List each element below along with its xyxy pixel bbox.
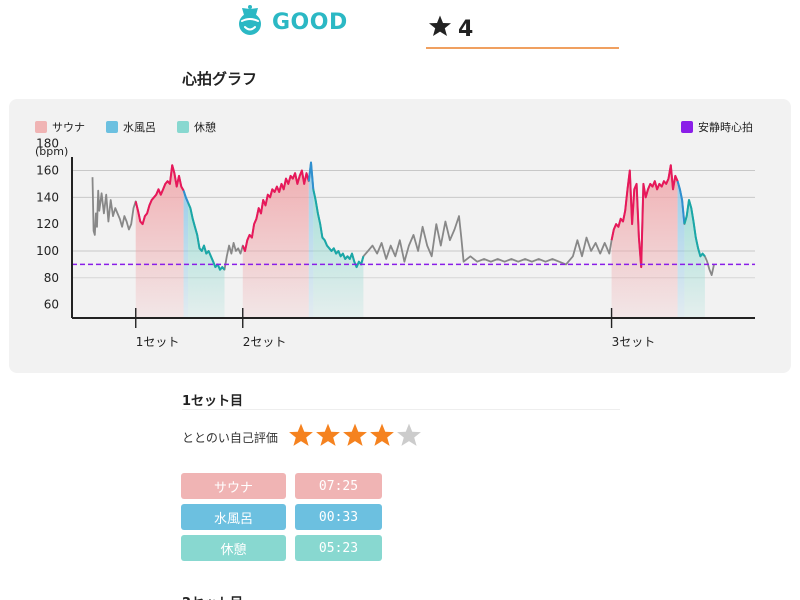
heart-rate-chart: サウナ 水風呂 休憩 安静時心拍(bpm)60801001201401601801セッ… (35, 120, 755, 349)
overall-rating-value: 4 (458, 16, 474, 42)
star-filled-icon (342, 422, 368, 452)
y-tick-label: 180 (36, 137, 59, 151)
phase-row: 休憩 05:23 (181, 535, 382, 561)
phase-fill-sauna (242, 170, 309, 318)
phase-time: 00:33 (295, 504, 382, 530)
star-filled-icon (369, 422, 395, 452)
phase-time: 07:25 (295, 473, 382, 499)
phase-name: サウナ (181, 473, 286, 499)
y-tick-label: 160 (36, 164, 59, 178)
phase-name: 水風呂 (181, 504, 286, 530)
legend-swatch (35, 121, 47, 133)
set-marker-label: 3セット (612, 335, 656, 349)
star-empty-icon (396, 422, 422, 452)
status-badge: GOOD (236, 4, 348, 40)
phase-row: サウナ 07:25 (181, 473, 382, 499)
y-tick-label: 60 (44, 298, 59, 312)
phase-fill-sauna (135, 165, 184, 318)
heart-graph-title: 心拍グラフ (182, 70, 258, 88)
phase-fill-rest (313, 189, 364, 318)
phase-times: サウナ 07:25 水風呂 00:33 休憩 05:23 (181, 473, 382, 566)
legend-label: サウナ (52, 121, 85, 134)
divider (182, 409, 620, 410)
set-marker-label: 1セット (136, 335, 180, 349)
ghost-face-icon (236, 4, 264, 40)
star-filled-icon (315, 422, 341, 452)
status-label: GOOD (272, 9, 348, 35)
overall-rating: 4 (426, 0, 619, 49)
star-filled-icon (288, 422, 314, 452)
phase-fill-water (183, 190, 189, 318)
set-marker-label: 2セット (243, 335, 287, 349)
heart-rate-chart-card: サウナ 水風呂 休憩 安静時心拍 (bpm) 60 80 100 120 140 160 180 1セッ… (9, 99, 791, 373)
phase-time: 05:23 (295, 535, 382, 561)
phase-fill-water (677, 181, 685, 318)
y-tick-label: 100 (36, 244, 59, 258)
phase-fill-rest (684, 200, 705, 318)
star-icon (428, 14, 452, 44)
set-1-eval: ととのい自己評価 (182, 422, 422, 452)
legend-label-resting: 安静時心拍 (698, 120, 753, 134)
set-1-title: 1セット目 (182, 394, 244, 409)
eval-label: ととのい自己評価 (182, 430, 278, 445)
legend-label: 水風呂 (123, 121, 156, 134)
legend-swatch-resting (681, 121, 693, 133)
legend-label: 休憩 (194, 120, 216, 134)
phase-row: 水風呂 00:33 (181, 504, 382, 530)
y-tick-label: 120 (36, 217, 59, 231)
phase-name: 休憩 (181, 535, 286, 561)
star-rating (288, 422, 422, 452)
y-tick-label: 80 (44, 271, 59, 285)
legend-swatch (106, 121, 118, 133)
set-2-title: 2セット目 (182, 592, 243, 600)
legend-swatch (177, 121, 189, 133)
y-tick-label: 140 (36, 190, 59, 204)
